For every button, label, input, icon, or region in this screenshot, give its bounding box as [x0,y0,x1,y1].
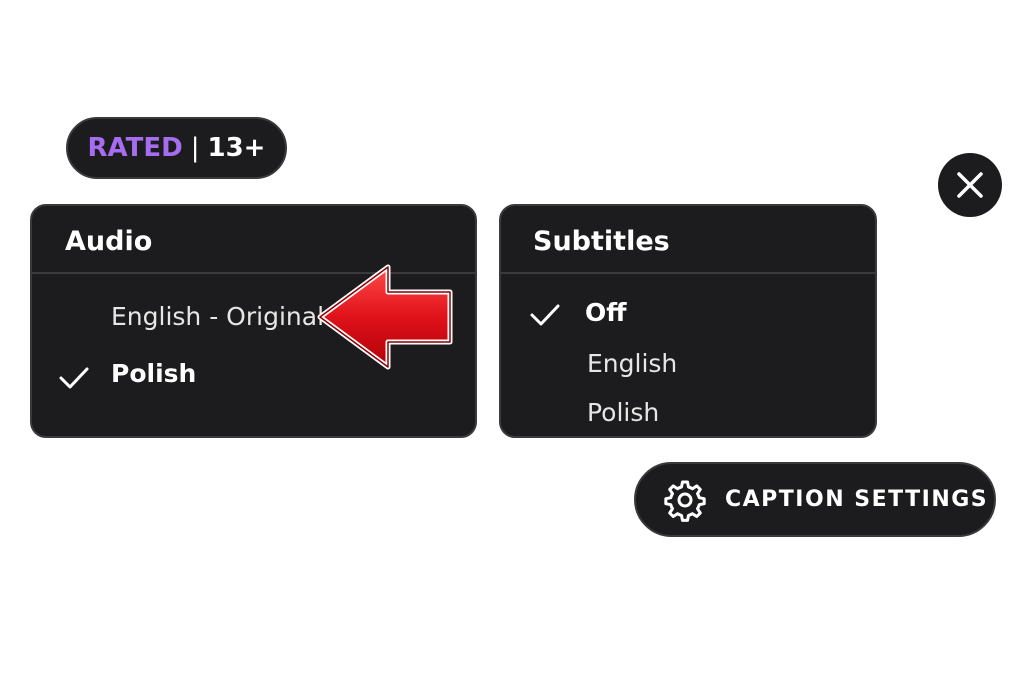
audio-option-english-original[interactable]: English - Original [111,302,324,331]
subtitles-option-label: Polish [587,398,660,427]
audio-option-polish[interactable]: Polish [111,359,196,388]
subtitles-panel-title: Subtitles [501,206,875,274]
rating-separator: | [190,133,200,163]
audio-option-label: Polish [111,359,197,388]
subtitles-option-english[interactable]: English [587,349,677,378]
gear-icon [664,480,706,522]
close-button[interactable] [938,153,1002,217]
subtitles-option-label: English [587,349,678,378]
checkmark-icon [58,366,90,390]
rating-age: 13+ [207,133,266,163]
rating-badge: RATED | 13+ [66,117,287,179]
subtitles-option-polish[interactable]: Polish [587,398,659,427]
subtitles-panel: Subtitles Off English Polish [499,204,877,438]
checkmark-icon [529,303,561,327]
red-arrow-icon [317,264,453,370]
caption-settings-button[interactable]: CAPTION SETTINGS [634,462,996,537]
audio-option-label: English - Original [111,302,325,331]
subtitles-option-label: Off [585,298,627,327]
close-icon [957,172,983,198]
subtitles-option-off[interactable]: Off [585,298,627,327]
rated-label: RATED [87,133,183,163]
caption-settings-label: CAPTION SETTINGS [725,487,989,512]
